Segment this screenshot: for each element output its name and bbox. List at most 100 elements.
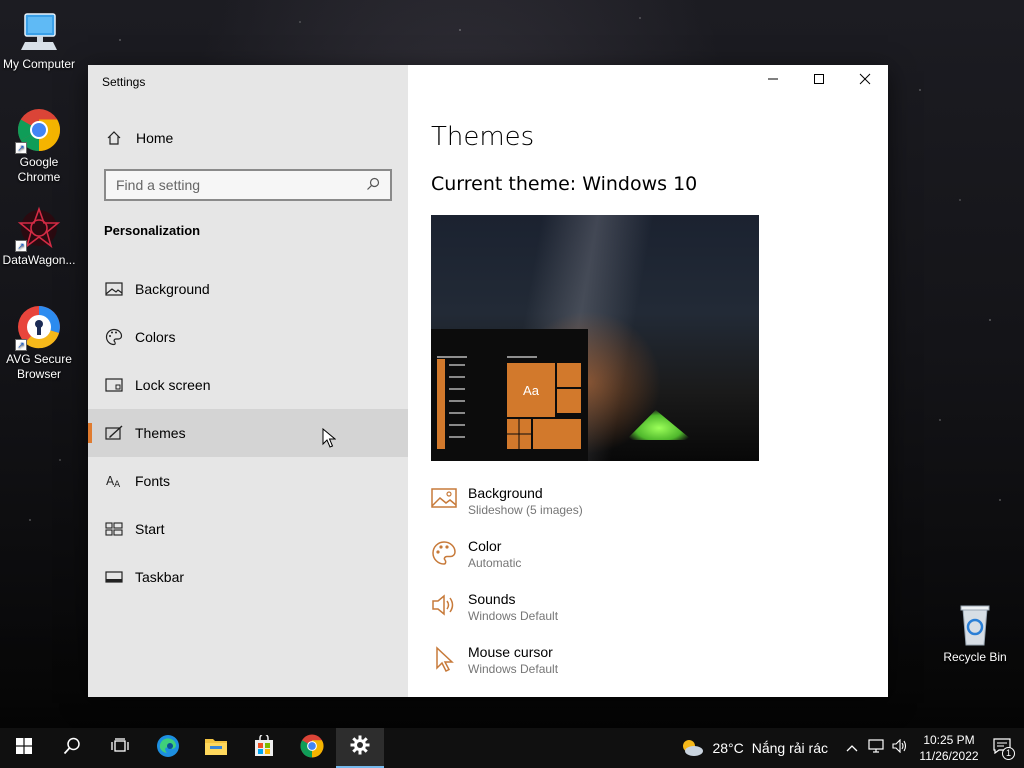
sidebar-item-taskbar[interactable]: Taskbar: [88, 553, 408, 601]
sidebar-item-label: Taskbar: [135, 569, 185, 585]
tray-overflow-button[interactable]: [840, 739, 864, 757]
gear-icon: [350, 735, 370, 760]
lock-screen-icon: [104, 375, 124, 395]
theme-prop-name: Color: [468, 538, 502, 554]
system-tray: 28°C Nắng rải rác 10:25 PM 11/26/2022 1: [680, 728, 1024, 768]
chrome-icon: [300, 734, 324, 763]
sidebar-item-start[interactable]: Start: [88, 505, 408, 553]
clock-date: 11/26/2022: [919, 749, 979, 763]
theme-prop-value: Slideshow (5 images): [468, 503, 583, 517]
window-title: Settings: [102, 75, 146, 89]
notification-center-button[interactable]: 1: [980, 728, 1024, 768]
themes-content: Themes Current theme: Windows 10 Aa Back…: [431, 65, 888, 697]
personalization-nav: Background Colors Lock screen Themes A A…: [88, 265, 408, 601]
taskbar-chrome[interactable]: [288, 728, 336, 768]
datawagon-icon: ↗: [15, 206, 61, 252]
taskbar-store[interactable]: [240, 728, 288, 768]
weather-icon: [680, 737, 704, 760]
search-input[interactable]: Find a setting: [104, 169, 392, 201]
search-button[interactable]: [48, 728, 96, 768]
home-label: Home: [136, 130, 174, 146]
svg-text:A: A: [114, 480, 121, 489]
desktop-icon-label: Recycle Bin: [943, 650, 1007, 664]
sidebar-item-label: Colors: [135, 329, 176, 345]
windows-logo-icon: [16, 737, 32, 759]
picture-icon: [104, 279, 124, 299]
brush-icon: [104, 423, 124, 443]
desktop-icon-label: My Computer: [2, 57, 76, 71]
theme-prop-sounds[interactable]: Sounds Windows Default: [431, 591, 583, 644]
theme-prop-value: Automatic: [468, 556, 522, 570]
font-icon: AA: [104, 471, 124, 491]
chrome-icon: ↗: [15, 108, 61, 154]
theme-preview: Aa: [431, 215, 759, 461]
desktop-icon-avg-secure-browser[interactable]: ↗ AVG Secure Browser: [1, 305, 77, 382]
search-icon: [63, 737, 81, 760]
sidebar-item-label: Themes: [135, 425, 186, 441]
volume-button[interactable]: [888, 738, 912, 758]
search-placeholder: Find a setting: [116, 177, 201, 193]
shortcut-arrow-icon: ↗: [15, 142, 27, 154]
store-icon: [253, 732, 275, 762]
taskbar-icon: [104, 567, 124, 587]
sidebar-item-themes[interactable]: Themes: [88, 409, 408, 457]
weather-widget[interactable]: 28°C Nắng rải rác: [680, 737, 828, 760]
theme-prop-mouse-cursor[interactable]: Mouse cursor Windows Default: [431, 644, 583, 697]
desktop-icon-google-chrome[interactable]: ↗ Google Chrome: [1, 108, 77, 185]
current-theme-heading: Current theme: Windows 10: [431, 173, 698, 195]
cursor-icon: [431, 646, 457, 673]
desktop-icon-my-computer[interactable]: My Computer: [1, 10, 77, 72]
sidebar-item-label: Lock screen: [135, 377, 211, 393]
taskbar-edge[interactable]: [144, 728, 192, 768]
search-icon[interactable]: [366, 177, 380, 194]
clock[interactable]: 10:25 PM 11/26/2022: [918, 732, 980, 764]
network-icon: [868, 738, 884, 758]
desktop-icon-datawagon[interactable]: ↗ DataWagon...: [1, 206, 77, 268]
shortcut-arrow-icon: ↗: [15, 240, 27, 252]
mouse-pointer-icon: [322, 427, 337, 453]
sidebar-item-lock-screen[interactable]: Lock screen: [88, 361, 408, 409]
sidebar-item-label: Background: [135, 281, 210, 297]
desktop-icon-label: AVG Secure Browser: [6, 352, 72, 381]
sidebar-item-background[interactable]: Background: [88, 265, 408, 313]
desktop-icon-label: Google Chrome: [17, 155, 61, 184]
start-icon: [104, 519, 124, 539]
page-title: Themes: [431, 122, 535, 152]
volume-icon: [892, 738, 908, 758]
network-button[interactable]: [864, 738, 888, 758]
sidebar-item-label: Start: [135, 521, 165, 537]
start-button[interactable]: [0, 728, 48, 768]
theme-properties: Background Slideshow (5 images) Color Au…: [431, 485, 583, 697]
sidebar-item-fonts[interactable]: AA Fonts: [88, 457, 408, 505]
theme-prop-value: Windows Default: [468, 609, 559, 623]
taskbar-settings[interactable]: [336, 728, 384, 768]
preview-tile: Aa: [507, 363, 555, 417]
recycle-bin-icon: [953, 603, 997, 647]
theme-prop-name: Background: [468, 485, 543, 501]
chevron-up-icon: [846, 739, 858, 757]
desktop-icon-label: DataWagon...: [2, 253, 76, 267]
taskbar-file-explorer[interactable]: [192, 728, 240, 768]
theme-prop-background[interactable]: Background Slideshow (5 images): [431, 485, 583, 538]
theme-prop-color[interactable]: Color Automatic: [431, 538, 583, 591]
avg-browser-icon: ↗: [15, 305, 61, 351]
notification-badge: 1: [1002, 747, 1015, 760]
weather-temp: 28°C: [712, 740, 744, 756]
folder-icon: [204, 736, 228, 761]
home-nav-item[interactable]: Home: [104, 127, 173, 149]
desktop-icon-recycle-bin[interactable]: Recycle Bin: [937, 603, 1013, 665]
section-title: Personalization: [104, 223, 201, 238]
sidebar-item-colors[interactable]: Colors: [88, 313, 408, 361]
clock-time: 10:25 PM: [923, 733, 975, 747]
edge-icon: [156, 734, 180, 763]
settings-sidebar: Settings Home Find a setting Personaliza…: [88, 65, 408, 697]
picture-icon: [431, 487, 457, 513]
weather-text: Nắng rải rác: [751, 740, 828, 756]
task-view-icon: [111, 737, 129, 759]
taskbar: 28°C Nắng rải rác 10:25 PM 11/26/2022 1: [0, 728, 1024, 768]
theme-prop-name: Sounds: [468, 591, 516, 607]
palette-icon: [104, 327, 124, 347]
settings-window: Settings Home Find a setting Personaliza…: [88, 65, 888, 697]
theme-prop-value: Windows Default: [468, 662, 559, 676]
task-view-button[interactable]: [96, 728, 144, 768]
